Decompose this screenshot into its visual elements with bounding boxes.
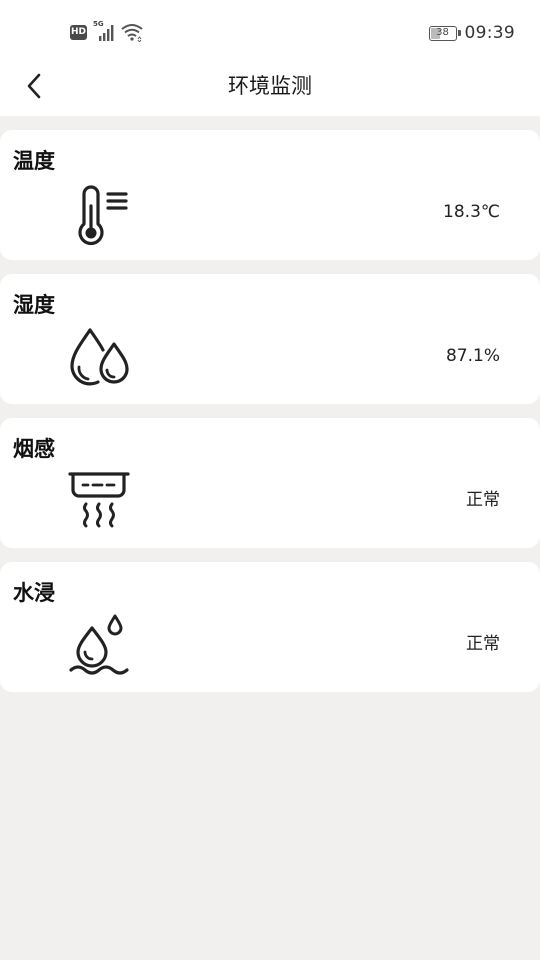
temperature-card[interactable]: 温度 18.3℃: [0, 130, 540, 260]
water-leak-card[interactable]: 水浸 正常: [0, 562, 540, 692]
smoke-detector-icon: [68, 472, 130, 528]
signal-icon: 5G: [93, 20, 115, 42]
top-bar: HD 5G 38 09:39 环境监测: [0, 0, 540, 116]
card-title: 湿度: [13, 293, 55, 317]
thermometer-icon: [78, 185, 128, 246]
status-bar: HD 5G 38 09:39: [0, 0, 540, 64]
battery-icon: 38: [428, 25, 461, 41]
humidity-card[interactable]: 湿度 87.1%: [0, 274, 540, 404]
status-right: 38 09:39: [428, 22, 516, 44]
status-left: HD 5G: [70, 20, 143, 43]
wifi-icon: [121, 22, 143, 43]
card-title: 烟感: [13, 437, 55, 461]
hd-badge: HD: [70, 24, 87, 40]
smoke-card[interactable]: 烟感 正常: [0, 418, 540, 548]
status-time: 09:39: [464, 23, 515, 43]
smoke-status: 正常: [466, 490, 500, 510]
page-title: 环境监测: [228, 74, 312, 98]
water-drops-icon: [70, 328, 129, 386]
card-title: 温度: [13, 149, 55, 173]
card-title: 水浸: [13, 581, 55, 605]
temperature-value: 18.3℃: [443, 202, 500, 222]
water-leak-icon: [69, 614, 129, 675]
water-leak-status: 正常: [466, 634, 500, 654]
battery-level: 38: [436, 26, 449, 38]
humidity-value: 87.1%: [445, 346, 500, 366]
